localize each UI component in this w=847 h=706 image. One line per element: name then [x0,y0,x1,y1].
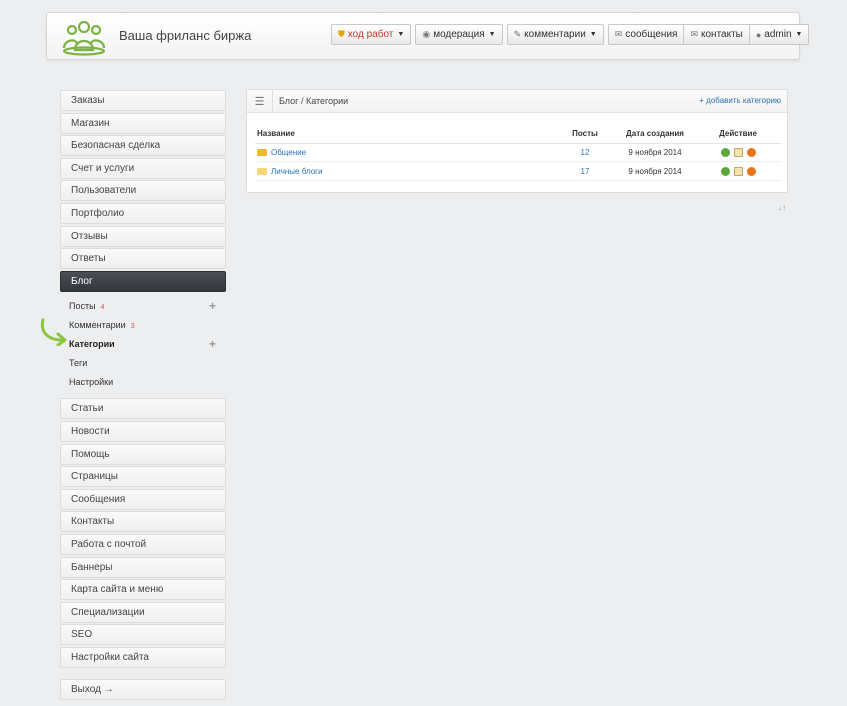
delete-icon[interactable] [746,166,756,176]
posts-count-link[interactable]: 17 [581,167,590,176]
sidebar-item-specializations[interactable]: Специализации [60,601,226,623]
category-name-cell: Личные блоги [255,161,555,181]
comments-button[interactable]: ✎ комментарии ▼ [506,24,604,45]
envelope-icon: ✉ [690,29,698,39]
sidebar-item-orders[interactable]: Заказы [60,90,226,111]
sidebar-item-contacts[interactable]: Контакты [60,511,226,533]
panel-header: ☰ Блог / Категории + добавить категорию [247,90,787,113]
delete-icon[interactable] [746,148,756,158]
info-icon[interactable] [720,166,730,176]
sidebar-item-billing[interactable]: Счет и услуги [60,157,226,179]
sidebar-item-mail[interactable]: Работа с почтой [60,533,226,555]
sidebar-item-messages[interactable]: Сообщения [60,488,226,510]
sidebar-item-site-settings[interactable]: Настройки сайта [60,646,226,668]
table-header-row: Название Посты Дата создания Действие [255,128,781,144]
sort-icon[interactable]: ↓↑ [778,203,786,212]
column-header-date[interactable]: Дата создания [615,128,695,144]
table-row: Личные блоги 17 9 ноября 2014 [255,161,781,181]
edit-icon[interactable] [733,166,743,176]
subnav-item-categories[interactable]: Категории + [60,335,226,354]
sidebar-item-blog[interactable]: Блог [60,270,226,292]
posts-count-badge: 4 [100,304,105,312]
add-category-plus-icon[interactable]: + [209,335,216,354]
column-header-action: Действие [695,128,781,144]
categories-table: Название Посты Дата создания Действие Об… [255,128,781,181]
breadcrumb: Блог / Категории [279,96,349,106]
actions-cell [695,161,781,181]
progress-button[interactable]: ⛊ ход работ ▼ [331,24,412,45]
sidebar-item-news[interactable]: Новости [60,420,226,442]
folder-icon [257,167,267,175]
sidebar: Заказы Магазин Безопасная сделка Счет и … [60,90,226,701]
sidebar-item-seo[interactable]: SEO [60,624,226,646]
table-row: Общение 12 9 ноября 2014 [255,143,781,163]
comments-count-badge: 3 [130,323,135,331]
contacts-button[interactable]: ✉ контакты [684,24,750,45]
logout-button[interactable]: Выход → [60,678,226,700]
top-navigation: ⛊ ход работ ▼ ◉ модерация ▼ ✎ комментари… [331,24,810,45]
sidebar-item-portfolio[interactable]: Портфолио [60,202,226,224]
edit-icon[interactable] [733,148,743,158]
sidebar-item-reviews[interactable]: Отзывы [60,225,226,247]
subnav-item-posts[interactable]: Посты 4 + [60,297,226,316]
user-icon: ● [755,29,762,40]
eye-icon: ◉ [422,29,431,39]
folder-open-icon [257,149,267,157]
categories-panel: ☰ Блог / Категории + добавить категорию … [246,89,788,193]
sidebar-item-users[interactable]: Пользователи [60,180,226,202]
sidebar-item-sitemap[interactable]: Карта сайта и меню [60,579,226,601]
posts-count-link[interactable]: 12 [581,148,590,157]
messages-button[interactable]: ✉ сообщения [607,24,685,45]
logo-icon [62,20,106,56]
category-link[interactable]: Личные блоги [271,167,323,176]
add-category-link[interactable]: + добавить категорию [699,96,781,105]
sidebar-item-help[interactable]: Помощь [60,443,226,465]
shield-icon: ⛊ [338,29,345,39]
date-cell: 9 ноября 2014 [615,143,695,163]
sidebar-item-answers[interactable]: Ответы [60,248,226,270]
category-link[interactable]: Общение [271,148,306,157]
caret-down-icon: ▼ [488,31,496,38]
menu-icon[interactable]: ☰ [247,90,273,112]
column-header-posts[interactable]: Посты [555,128,615,144]
envelope-icon: ✉ [614,29,623,39]
green-arrow-icon [40,318,67,346]
category-name-cell: Общение [255,143,555,163]
sidebar-item-articles[interactable]: Статьи [60,398,226,420]
moderation-button[interactable]: ◉ модерация ▼ [415,24,503,45]
info-icon[interactable] [720,148,730,158]
add-post-plus-icon[interactable]: + [209,297,216,316]
posts-count-cell: 17 [555,161,615,181]
top-header: Ваша фриланс биржа ⛊ ход работ ▼ ◉ модер… [46,12,810,60]
posts-count-cell: 12 [555,143,615,163]
actions-cell [695,143,781,163]
sidebar-item-banners[interactable]: Баннеры [60,556,226,578]
subnav-item-tags[interactable]: Теги [60,354,226,373]
site-title: Ваша фриланс биржа [119,28,252,43]
pencil-icon: ✎ [513,29,522,39]
user-menu-button[interactable]: ● admin ▼ [749,24,810,45]
caret-down-icon: ▼ [397,31,405,38]
user-button-group: ✉ сообщения ✉ контакты ● admin ▼ [607,24,810,45]
blog-subnav: Посты 4 + Комментарии 3 Категории + Теги Н… [60,293,226,398]
subnav-item-settings[interactable]: Настройки [60,373,226,392]
caret-down-icon: ▼ [795,31,803,38]
date-cell: 9 ноября 2014 [615,161,695,181]
sidebar-item-safe-deal[interactable]: Безопасная сделка [60,135,226,157]
sidebar-item-shop[interactable]: Магазин [60,112,226,134]
caret-down-icon: ▼ [589,31,597,38]
sidebar-item-pages[interactable]: Страницы [60,466,226,488]
column-header-name[interactable]: Название [255,128,555,144]
subnav-item-comments[interactable]: Комментарии 3 [60,316,226,335]
